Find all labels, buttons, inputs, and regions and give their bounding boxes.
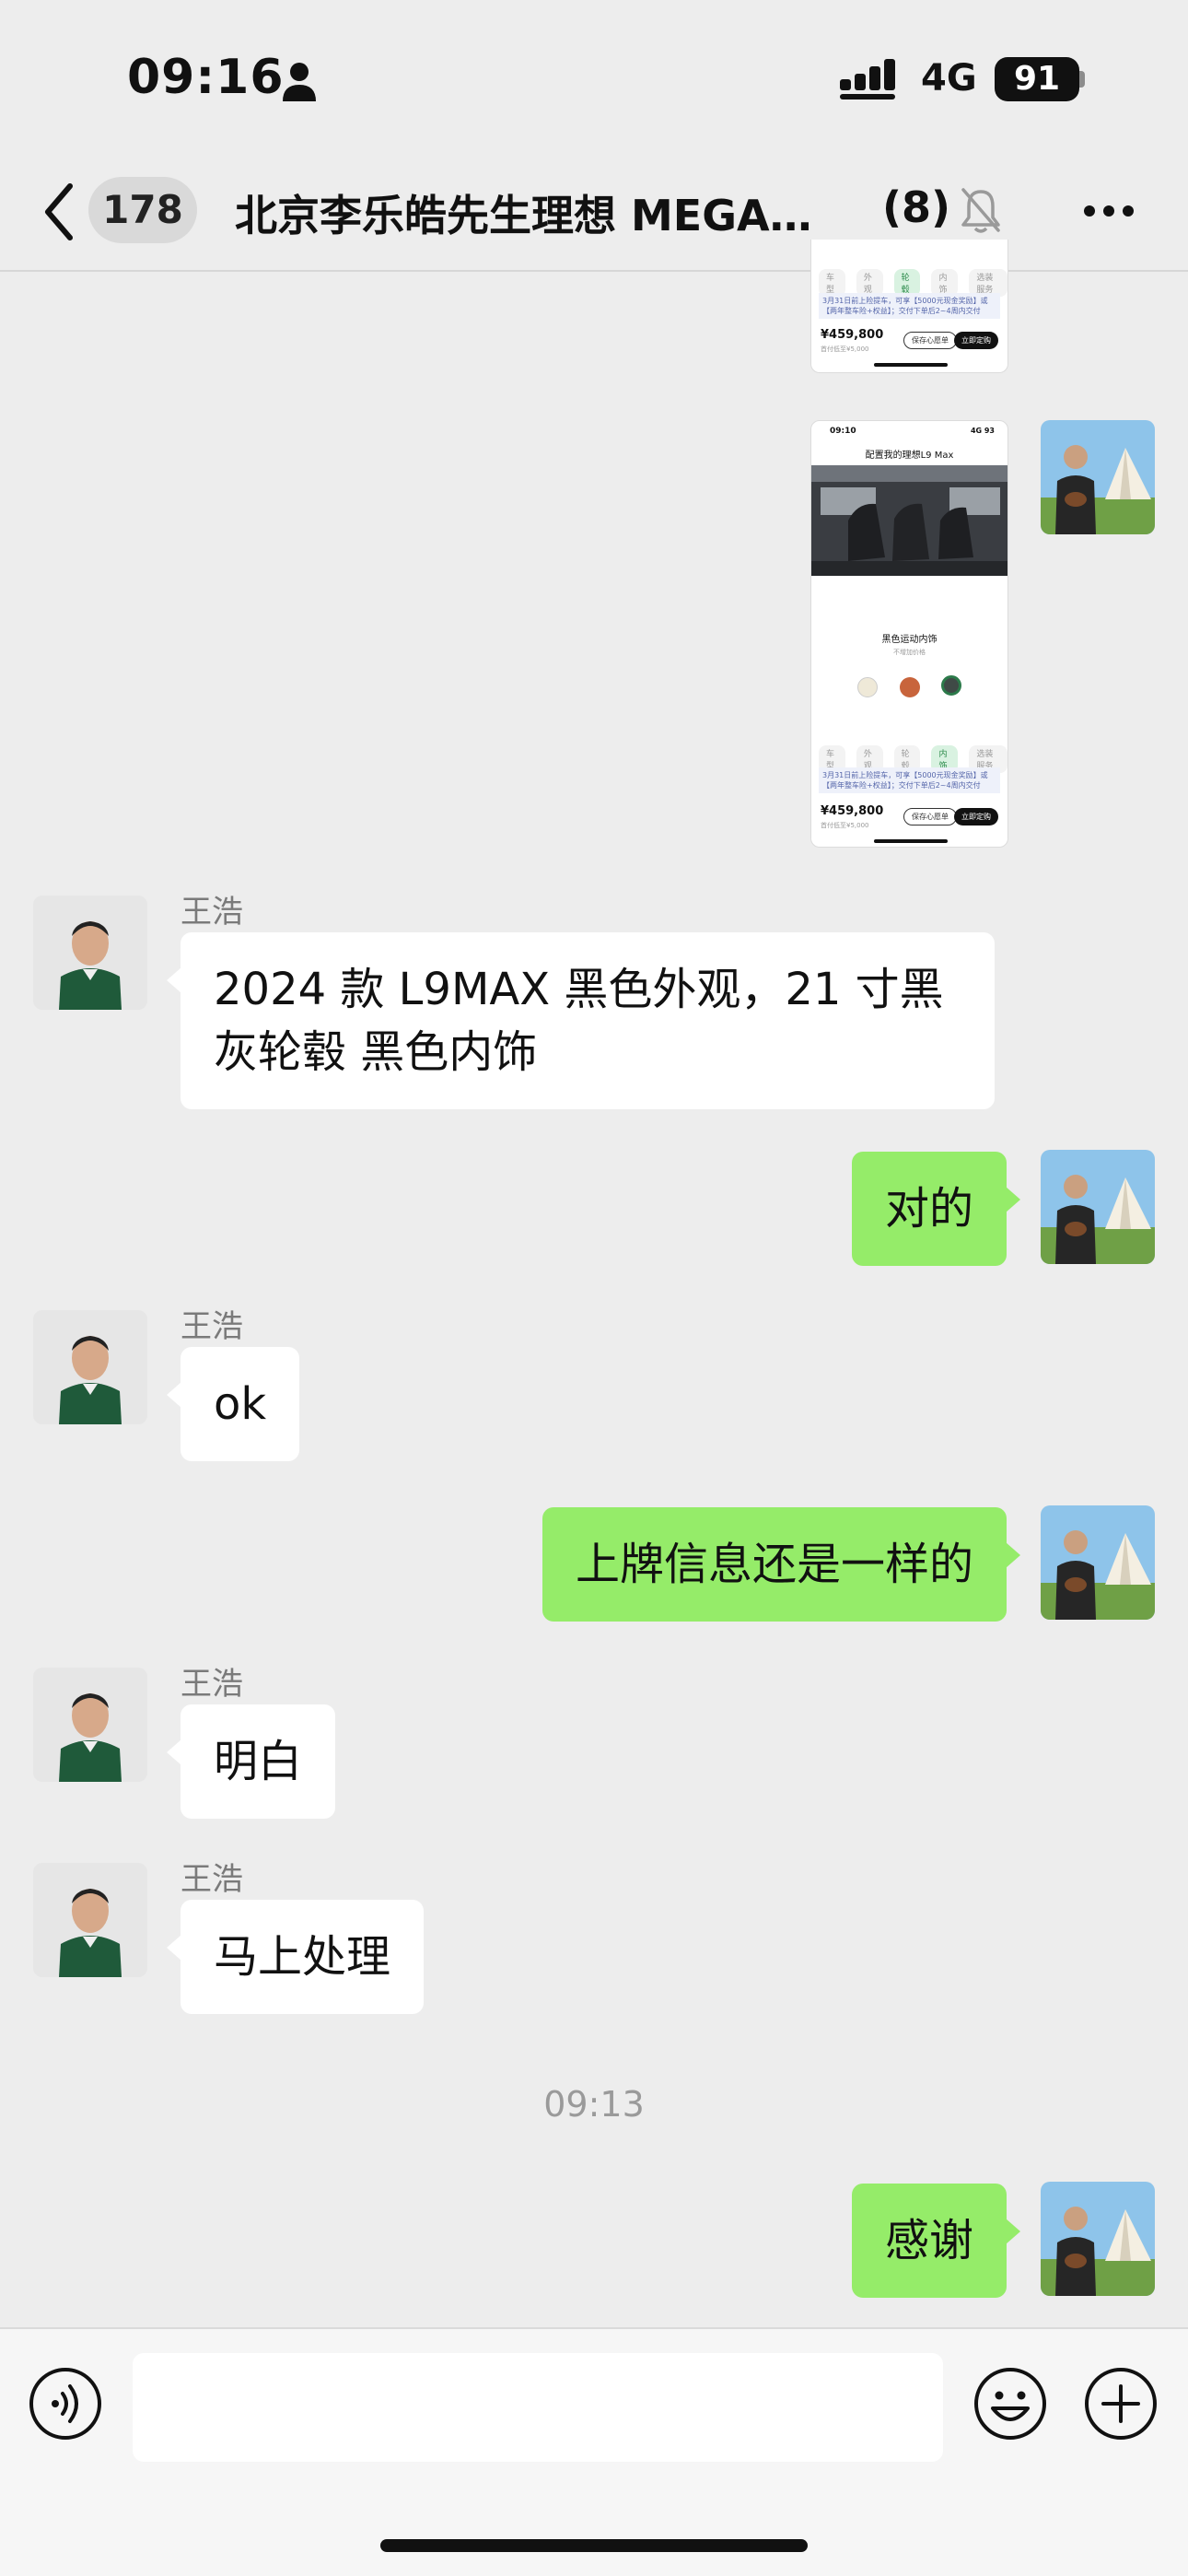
bell-slash-icon: [961, 188, 1000, 233]
thumbnail-subprice: 首付低至¥5,000: [821, 822, 869, 829]
plus-icon[interactable]: [1083, 2366, 1159, 2441]
network-label: 4G: [921, 57, 977, 100]
thumbnail-interior-sub: 不增加价格: [893, 649, 926, 656]
contact-avatar[interactable]: [33, 1863, 147, 1977]
thumbnail-home-indicator: [874, 839, 948, 843]
signal-icon: [840, 59, 895, 100]
sender-name: 王浩: [181, 1666, 243, 1703]
thumbnail-notice: 3月31日前上险提车，可享【5000元现金奖励】或【两年整车险+权益】；交付下单…: [819, 293, 1000, 319]
message-bubble[interactable]: 明白: [166, 1704, 336, 1819]
ellipsis-icon[interactable]: [1083, 205, 1135, 217]
emoji-icon[interactable]: [973, 2366, 1048, 2441]
sender-name: 王浩: [181, 1308, 243, 1345]
thumbnail-save-button: 保存心愿单: [903, 808, 957, 825]
thumbnail-price: ¥459,800: [821, 328, 884, 342]
sender-name: 王浩: [181, 894, 243, 931]
thumbnail-subprice: 首付低至¥5,000: [821, 345, 869, 353]
person-icon: [283, 63, 316, 101]
member-count[interactable]: (8): [882, 182, 950, 232]
message-bubble[interactable]: 上牌信息还是一样的: [542, 1507, 1021, 1622]
thumbnail-notice: 3月31日前上险提车，可享【5000元现金奖励】或【两年整车险+权益】；交付下单…: [819, 767, 1000, 793]
my-avatar[interactable]: [1041, 420, 1155, 534]
sender-name: 王浩: [181, 1861, 243, 1898]
unread-count-badge[interactable]: 178: [88, 177, 197, 243]
status-time: 09:16: [127, 50, 285, 105]
thumbnail-order-button: 立即定购: [954, 808, 998, 825]
chat-title[interactable]: 北京李乐皓先生理想 MEGA…: [235, 182, 812, 243]
contact-avatar[interactable]: [33, 1668, 147, 1782]
thumbnail-title: 配置我的理想L9 Max: [865, 451, 954, 461]
home-indicator: [380, 2539, 808, 2552]
message-bubble[interactable]: 2024 款 L9MAX 黑色外观，21 寸黑灰轮毂 黑色内饰: [167, 932, 995, 1109]
my-avatar[interactable]: [1041, 2182, 1155, 2296]
color-swatch-selected: [941, 675, 961, 696]
message-input[interactable]: [133, 2353, 943, 2462]
color-swatch: [900, 677, 920, 697]
thumbnail-status-time: 09:10: [830, 427, 856, 436]
thumbnail-save-button: 保存心愿单: [903, 332, 957, 349]
battery-tip: [1079, 71, 1085, 88]
message-bubble[interactable]: ok: [166, 1347, 300, 1461]
car-interior-image: [811, 465, 1007, 576]
message-bubble[interactable]: 对的: [851, 1152, 1021, 1266]
color-swatch: [857, 677, 878, 697]
status-bar: 09:16 4G 91: [0, 0, 1188, 157]
chevron-left-icon[interactable]: [41, 179, 77, 245]
contact-avatar[interactable]: [33, 896, 147, 1010]
my-avatar[interactable]: [1041, 1150, 1155, 1264]
message-bubble[interactable]: 感谢: [851, 2184, 1021, 2298]
battery-icon: 91: [995, 57, 1079, 101]
thumbnail-interior-label: 黑色运动内饰: [881, 635, 938, 645]
nav-bar: 178 北京李乐皓先生理想 MEGA… (8): [0, 157, 1188, 272]
voice-icon[interactable]: [28, 2366, 103, 2441]
contact-avatar[interactable]: [33, 1310, 147, 1424]
thumbnail-price: ¥459,800: [821, 804, 884, 818]
message-bubble[interactable]: 马上处理: [166, 1900, 425, 2014]
message-timestamp: 09:13: [543, 2084, 645, 2125]
screenshot-thumbnail[interactable]: 09:10 4G 93 配置我的理想L9 Max 黑色运动内饰 不增加价格 车型…: [810, 420, 1008, 848]
my-avatar[interactable]: [1041, 1505, 1155, 1620]
thumbnail-status-right: 4G 93: [970, 427, 995, 435]
thumbnail-order-button: 立即定购: [954, 332, 998, 349]
thumbnail-home-indicator: [874, 363, 948, 367]
screenshot-thumbnail[interactable]: 车型 外观 轮毂 内饰 选装服务 3月31日前上险提车，可享【5000元现金奖励…: [810, 240, 1008, 373]
